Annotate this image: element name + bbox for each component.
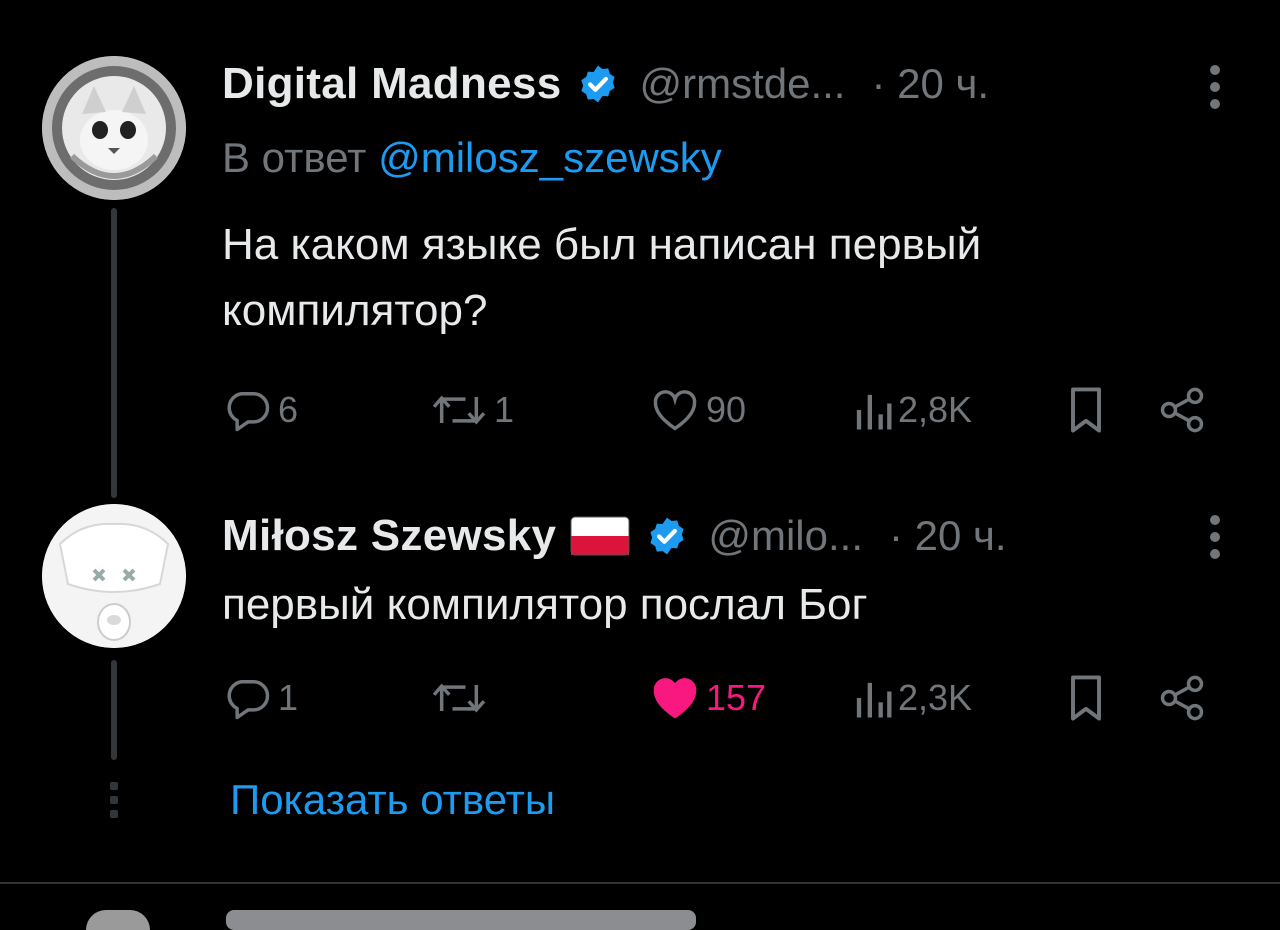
poland-flag-icon (570, 516, 630, 556)
tweet-header: Miłosz Szewsky @milo... · 20 ч. (222, 506, 1007, 566)
thread-line (111, 660, 117, 760)
heart-filled-icon (653, 678, 697, 719)
author-name[interactable]: Miłosz Szewsky (222, 511, 556, 561)
divider (0, 882, 1280, 884)
reply-count: 1 (278, 677, 299, 718)
timestamp[interactable]: · 20 ч. (889, 512, 1007, 560)
tweet-2[interactable]: Miłosz Szewsky @milo... · 20 ч. первый к… (0, 0, 1280, 880)
like-count: 157 (706, 677, 767, 718)
retweet-icon (432, 683, 486, 713)
next-tweet-avatar-partial (86, 910, 150, 930)
retweet-button[interactable] (428, 672, 494, 724)
reply-button[interactable]: 1 (222, 672, 298, 724)
bookmark-button[interactable] (1062, 672, 1110, 724)
thread-continuation-dots-icon (110, 782, 118, 818)
more-options-icon[interactable] (1208, 512, 1222, 562)
verified-badge-icon (650, 517, 684, 555)
author-handle[interactable]: @milo... (708, 512, 863, 560)
bookmark-icon (1071, 675, 1101, 721)
tweet-actions: 1 157 2,3K (222, 668, 1212, 728)
show-replies-link[interactable]: Показать ответы (230, 776, 555, 824)
tweet-text: первый компилятор послал Бог (222, 580, 868, 629)
reply-icon (227, 680, 270, 720)
share-button[interactable] (1156, 672, 1208, 724)
next-tweet-header-partial (226, 910, 696, 930)
views-count: 2,3K (898, 677, 973, 718)
avatar[interactable] (42, 504, 186, 648)
views-button[interactable]: 2,3K (850, 672, 972, 724)
share-icon (1160, 675, 1204, 721)
like-button[interactable]: 157 (648, 672, 766, 724)
views-chart-icon (856, 682, 892, 718)
dog-avatar-icon (42, 504, 186, 648)
